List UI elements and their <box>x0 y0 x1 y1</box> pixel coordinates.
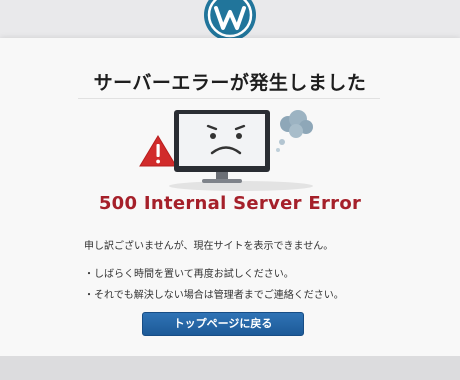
sad-monitor-icon <box>174 110 270 183</box>
error-illustration <box>139 110 313 191</box>
back-to-top-page-button[interactable]: トップページに戻る <box>142 312 304 336</box>
wordpress-logo-icon[interactable] <box>203 0 257 42</box>
apology-message: 申し訳ございませんが、現在サイトを表示できません。 <box>84 241 334 252</box>
error-code: 500 Internal Server Error <box>98 193 362 214</box>
bottom-band <box>0 356 460 380</box>
smoke-cloud-icon <box>276 110 313 152</box>
retry-hint: ・しばらく時間を置いて再度お試しください。 <box>84 269 294 280</box>
warning-triangle-icon <box>139 135 177 167</box>
page-title: サーバーエラーが発生しました <box>93 72 367 94</box>
divider <box>78 98 380 99</box>
contact-admin-hint: ・それでも解決しない場合は管理者までご連絡ください。 <box>84 290 344 301</box>
